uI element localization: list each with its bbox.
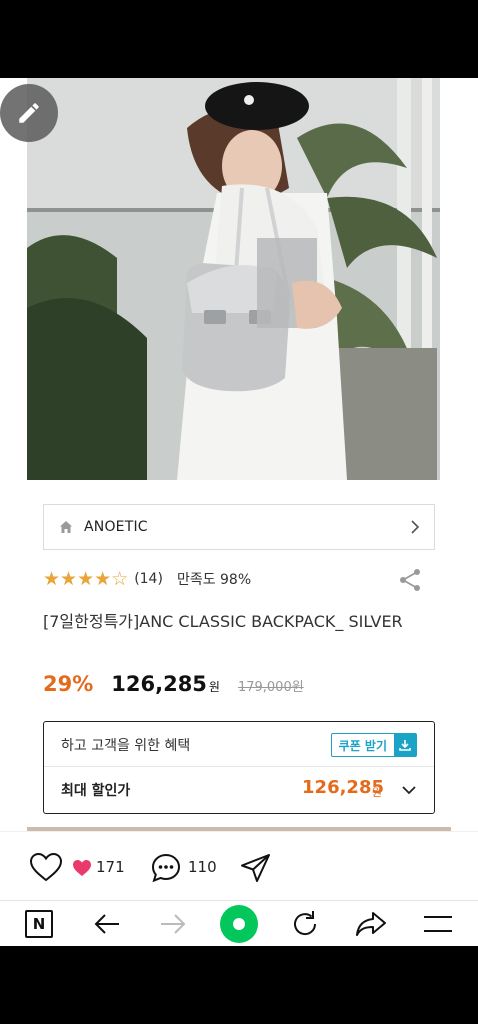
chevron-right-icon: [411, 520, 420, 534]
rating-row: ★★★★☆ (14) 만족도 98%: [43, 564, 435, 594]
menu-icon: [424, 916, 452, 932]
chevron-down-icon[interactable]: [401, 783, 417, 797]
product-image[interactable]: [27, 78, 440, 480]
comment-icon[interactable]: [150, 852, 182, 884]
home-icon: [60, 521, 72, 533]
green-dot-button[interactable]: [219, 901, 259, 946]
edit-button[interactable]: [0, 84, 58, 142]
get-coupon-label: 쿠폰 받기: [338, 738, 387, 753]
share-arrow-icon: [356, 912, 386, 936]
social-bar: 171 110: [0, 831, 478, 899]
refresh-icon: [294, 911, 317, 936]
product-photo-illustration: [27, 78, 440, 480]
rating-stars: ★★★★☆: [43, 568, 128, 590]
refresh-button[interactable]: [288, 901, 322, 946]
sale-price-currency: 원: [208, 680, 220, 694]
green-dot-icon: [220, 905, 258, 943]
best-price-currency: 원: [371, 786, 382, 799]
pencil-icon: [19, 103, 39, 123]
send-icon[interactable]: [240, 853, 271, 883]
comment-count: 110: [188, 858, 217, 876]
rating-stars-filled: ★★★★: [43, 568, 112, 590]
menu-button[interactable]: [421, 901, 455, 946]
browser-nav-bar: N: [0, 900, 478, 946]
arrow-right-icon: [161, 914, 186, 934]
satisfaction-rate: 만족도 98%: [176, 572, 252, 588]
coupon-header-text: 하고 고객을 위한 혜택: [61, 738, 191, 754]
product-title: [7일한정특가]ANC CLASSIC BACKPACK_ SILVER: [43, 612, 403, 631]
brand-link[interactable]: ANOETIC: [43, 504, 435, 550]
coupon-header: 하고 고객을 위한 혜택 쿠폰 받기: [44, 722, 434, 767]
heart-filled-icon: [73, 860, 91, 876]
like-count: 171: [96, 858, 125, 876]
rating-star-half: ☆: [111, 568, 129, 590]
status-bar: [0, 0, 478, 78]
price-row: 29% 126,285 원 179,000원: [43, 672, 304, 702]
system-nav-area: [0, 946, 478, 1024]
naver-n-icon: N: [25, 910, 53, 938]
naver-home-button[interactable]: N: [24, 901, 54, 946]
arrow-left-icon: [94, 914, 119, 934]
product-page: ANOETIC ★★★★☆ (14) 만족도 98% [7일한정특가]ANC C…: [0, 78, 478, 946]
get-coupon-button[interactable]: 쿠폰 받기: [330, 733, 417, 757]
sale-price: 126,285: [111, 672, 207, 696]
download-icon: [394, 734, 416, 756]
share-icon[interactable]: [397, 567, 423, 593]
original-price: 179,000원: [237, 680, 304, 695]
browser-share-button[interactable]: [354, 901, 388, 946]
best-price-label: 최대 할인가: [61, 783, 131, 799]
coupon-box: 하고 고객을 위한 혜택 쿠폰 받기 최대 할인가 126,285 원: [43, 721, 435, 814]
brand-name: ANOETIC: [84, 519, 148, 535]
forward-button[interactable]: [156, 901, 190, 946]
back-button[interactable]: [90, 901, 124, 946]
heart-outline-icon[interactable]: [29, 852, 63, 882]
review-count[interactable]: (14): [134, 571, 163, 587]
discount-rate: 29%: [43, 672, 94, 696]
